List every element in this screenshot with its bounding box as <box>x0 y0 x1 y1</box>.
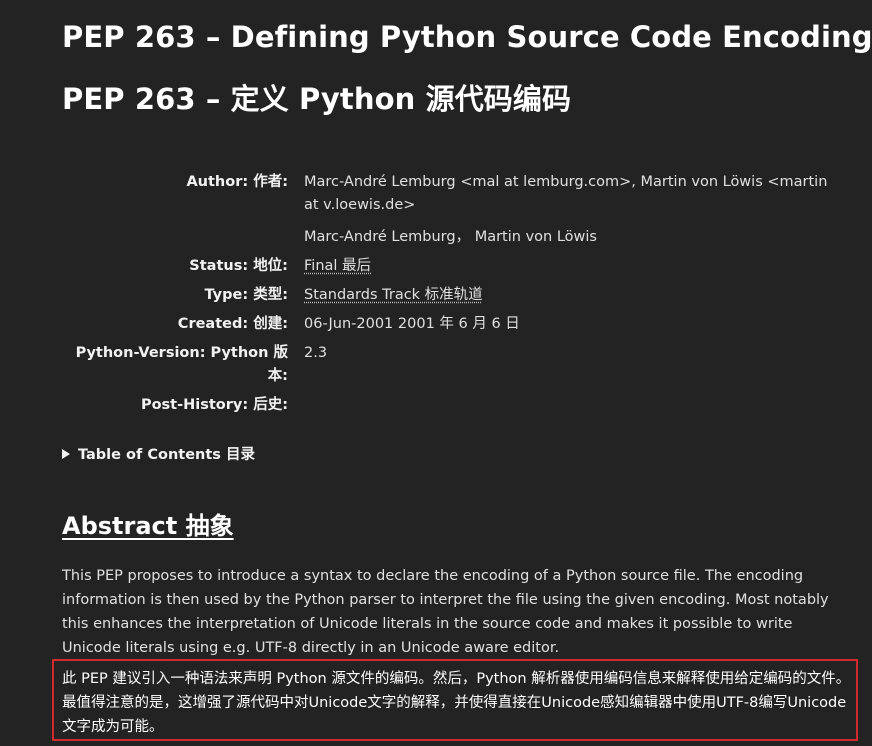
meta-row-status: Status: 地位: Final 最后 <box>62 252 844 281</box>
pep-metadata-table: Author: 作者: Marc-André Lemburg <mal at l… <box>62 168 844 420</box>
post-history-value <box>304 391 844 420</box>
author-label: Author: 作者: <box>186 174 288 190</box>
python-version-label: Python-Version: Python 版本: <box>75 345 288 384</box>
table-of-contents-toggle[interactable]: Table of Contents 目录 <box>62 443 255 464</box>
toc-label: Table of Contents 目录 <box>78 447 255 463</box>
abstract-paragraph-zh: 此 PEP 建议引入一种语法来声明 Python 源文件的编码。然后，Pytho… <box>62 671 851 735</box>
abstract-paragraph-en: This PEP proposes to introduce a syntax … <box>62 568 829 656</box>
author-value-cell: Marc-André Lemburg <mal at lemburg.com>,… <box>304 168 844 252</box>
type-label: Type: 类型: <box>204 287 288 303</box>
status-value[interactable]: Final 最后 <box>304 258 371 274</box>
meta-row-python-version: Python-Version: Python 版本: 2.3 <box>62 339 844 391</box>
page-title-zh: PEP 263 – 定义 Python 源代码编码 <box>62 82 572 116</box>
status-label: Status: 地位: <box>189 258 288 274</box>
meta-row-created: Created: 创建: 06-Jun-2001 2001 年 6 月 6 日 <box>62 310 844 339</box>
abstract-heading[interactable]: Abstract 抽象 <box>62 506 234 541</box>
page-title-en: PEP 263 – Defining Python Source Code En… <box>62 20 872 54</box>
author-value-zh: Marc-André Lemburg， Martin von Löwis <box>304 229 597 245</box>
disclosure-triangle-icon <box>62 449 70 459</box>
python-version-value: 2.3 <box>304 345 328 361</box>
author-value: Marc-André Lemburg <mal at lemburg.com>,… <box>304 174 828 213</box>
post-history-label: Post-History: 后史: <box>140 397 288 413</box>
meta-row-type: Type: 类型: Standards Track 标准轨道 <box>62 281 844 310</box>
created-value: 06-Jun-2001 2001 年 6 月 6 日 <box>304 316 520 332</box>
pep-page: PEP 263 – Defining Python Source Code En… <box>0 0 872 746</box>
created-label: Created: 创建: <box>177 316 288 332</box>
meta-row-author: Author: 作者: Marc-André Lemburg <mal at l… <box>62 168 844 252</box>
meta-row-post-history: Post-History: 后史: <box>62 391 844 420</box>
type-value[interactable]: Standards Track 标准轨道 <box>304 287 483 303</box>
